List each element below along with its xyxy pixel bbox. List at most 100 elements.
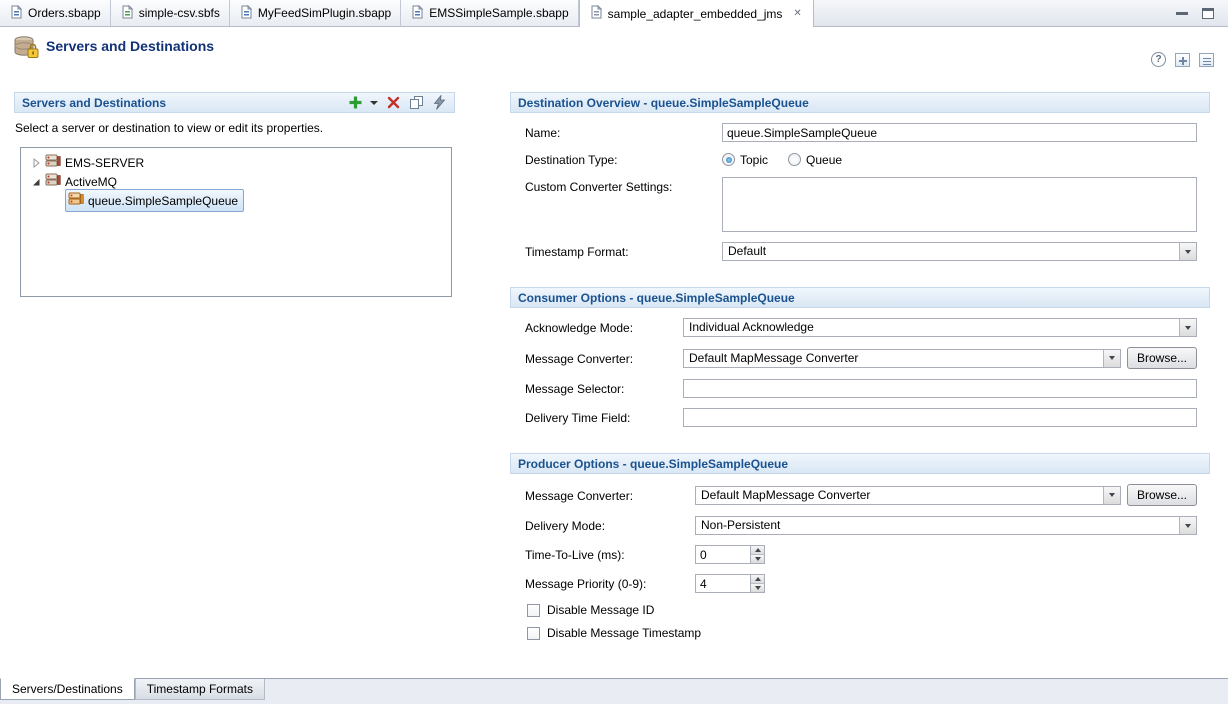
combo-value: Non-Persistent bbox=[696, 517, 1179, 534]
expander-expanded-icon[interactable] bbox=[30, 177, 41, 187]
server-icon bbox=[45, 153, 61, 172]
message-priority-spinner[interactable] bbox=[695, 574, 765, 593]
chevron-down-icon[interactable] bbox=[1179, 319, 1196, 336]
section-header: Producer Options - queue.SimpleSampleQue… bbox=[510, 453, 1210, 474]
tree-item-ems-server[interactable]: EMS-SERVER bbox=[21, 153, 451, 172]
queue-icon bbox=[68, 191, 84, 210]
message-selector-input[interactable] bbox=[683, 379, 1197, 398]
acknowledge-mode-label: Acknowledge Mode: bbox=[525, 320, 683, 335]
add-menu-caret-icon[interactable] bbox=[370, 95, 378, 111]
timestamp-format-label: Timestamp Format: bbox=[525, 244, 722, 259]
combo-value: Default bbox=[723, 243, 1179, 260]
disable-message-id-label: Disable Message ID bbox=[547, 603, 654, 617]
help-icon[interactable]: ? bbox=[1151, 52, 1166, 67]
producer-message-converter-combo[interactable]: Default MapMessage Converter bbox=[695, 486, 1121, 505]
custom-converter-settings-textarea[interactable] bbox=[722, 177, 1197, 232]
left-section-header: Servers and Destinations bbox=[14, 92, 455, 113]
form-header: Servers and Destinations ? bbox=[0, 27, 1228, 88]
spin-down-icon[interactable] bbox=[751, 583, 764, 592]
timestamp-format-combo[interactable]: Default bbox=[722, 242, 1197, 261]
adapter-config-editor: Orders.sbapp simple-csv.sbfs MyFeedSimPl… bbox=[0, 0, 1228, 704]
name-input[interactable] bbox=[722, 123, 1197, 142]
disable-message-timestamp-label: Disable Message Timestamp bbox=[547, 626, 701, 640]
tab-label: MyFeedSimPlugin.sbapp bbox=[258, 6, 391, 20]
tab-sample-adapter-embedded-jms[interactable]: sample_adapter_embedded_jms ✕ bbox=[579, 0, 814, 27]
delivery-mode-label: Delivery Mode: bbox=[525, 518, 695, 533]
servers-destinations-panel: Servers and Destinations Select a server… bbox=[14, 92, 455, 297]
custom-converter-settings-label: Custom Converter Settings: bbox=[525, 177, 722, 194]
add-icon[interactable] bbox=[347, 95, 363, 111]
selected-tree-item[interactable]: queue.SimpleSampleQueue bbox=[65, 189, 244, 212]
combo-value: Default MapMessage Converter bbox=[696, 487, 1103, 504]
message-priority-input[interactable] bbox=[695, 574, 751, 593]
section-title: Destination Overview - queue.SimpleSampl… bbox=[518, 96, 809, 110]
bottom-tab-label: Servers/Destinations bbox=[12, 682, 123, 696]
file-icon bbox=[120, 5, 134, 22]
copy-icon[interactable] bbox=[408, 95, 424, 111]
spin-up-icon[interactable] bbox=[751, 546, 764, 554]
spinner-buttons bbox=[750, 574, 765, 593]
spin-down-icon[interactable] bbox=[751, 554, 764, 563]
tabbar-spacer bbox=[814, 0, 1176, 26]
tree-item-label: queue.SimpleSampleQueue bbox=[88, 194, 238, 208]
producer-message-converter-label: Message Converter: bbox=[525, 488, 695, 503]
consumer-options-section: Consumer Options - queue.SimpleSampleQue… bbox=[510, 287, 1210, 427]
file-icon bbox=[410, 5, 424, 22]
tab-orders-sbapp[interactable]: Orders.sbapp bbox=[0, 0, 111, 26]
file-icon bbox=[239, 5, 253, 22]
time-to-live-spinner[interactable] bbox=[695, 545, 765, 564]
topic-radio[interactable] bbox=[722, 153, 735, 166]
minimize-icon[interactable] bbox=[1176, 12, 1188, 15]
disable-message-timestamp-checkbox[interactable] bbox=[527, 627, 540, 640]
destination-type-label: Destination Type: bbox=[525, 152, 722, 167]
tab-simple-csv-sbfs[interactable]: simple-csv.sbfs bbox=[111, 0, 230, 26]
add-page-icon[interactable] bbox=[1175, 53, 1190, 67]
spin-up-icon[interactable] bbox=[751, 575, 764, 583]
consumer-browse-button[interactable]: Browse... bbox=[1127, 347, 1197, 369]
destination-overview-section: Destination Overview - queue.SimpleSampl… bbox=[510, 92, 1210, 261]
bottom-tab-strip: Servers/Destinations Timestamp Formats bbox=[0, 678, 1228, 704]
tab-emssimplesample-sbapp[interactable]: EMSSimpleSample.sbapp bbox=[401, 0, 578, 26]
section-header: Destination Overview - queue.SimpleSampl… bbox=[510, 92, 1210, 113]
producer-browse-button[interactable]: Browse... bbox=[1127, 484, 1197, 506]
tree-item-queue-simplesamplequeue[interactable]: queue.SimpleSampleQueue bbox=[21, 191, 451, 210]
message-priority-label: Message Priority (0-9): bbox=[525, 576, 695, 591]
topic-radio-label: Topic bbox=[740, 153, 768, 167]
disable-message-id-checkbox[interactable] bbox=[527, 604, 540, 617]
consumer-message-converter-label: Message Converter: bbox=[525, 351, 683, 366]
expander-collapsed-icon[interactable] bbox=[30, 158, 41, 168]
delivery-mode-combo[interactable]: Non-Persistent bbox=[695, 516, 1197, 535]
chevron-down-icon[interactable] bbox=[1179, 517, 1196, 534]
file-icon bbox=[589, 5, 603, 22]
delivery-time-field-input[interactable] bbox=[683, 408, 1197, 427]
lightning-icon[interactable] bbox=[431, 95, 447, 111]
acknowledge-mode-combo[interactable]: Individual Acknowledge bbox=[683, 318, 1197, 337]
left-section-title: Servers and Destinations bbox=[22, 96, 166, 110]
chevron-down-icon[interactable] bbox=[1103, 487, 1120, 504]
tab-myfeedsimplugin-sbapp[interactable]: MyFeedSimPlugin.sbapp bbox=[230, 0, 401, 26]
queue-radio[interactable] bbox=[788, 153, 801, 166]
tab-servers-destinations[interactable]: Servers/Destinations bbox=[0, 678, 135, 700]
tab-timestamp-formats[interactable]: Timestamp Formats bbox=[135, 679, 265, 700]
delete-icon[interactable] bbox=[385, 95, 401, 111]
page-title: Servers and Destinations bbox=[46, 38, 214, 54]
close-icon[interactable]: ✕ bbox=[791, 8, 803, 19]
layout-icon[interactable] bbox=[1199, 53, 1214, 67]
maximize-icon[interactable] bbox=[1202, 8, 1214, 19]
message-selector-label: Message Selector: bbox=[525, 381, 683, 396]
spinner-buttons bbox=[750, 545, 765, 564]
time-to-live-label: Time-To-Live (ms): bbox=[525, 547, 695, 562]
panel-description: Select a server or destination to view o… bbox=[15, 121, 455, 135]
combo-value: Individual Acknowledge bbox=[684, 319, 1179, 336]
tab-label: sample_adapter_embedded_jms bbox=[608, 7, 783, 21]
header-actions: ? bbox=[1151, 52, 1214, 67]
producer-options-section: Producer Options - queue.SimpleSampleQue… bbox=[510, 453, 1210, 640]
tab-label: simple-csv.sbfs bbox=[139, 6, 220, 20]
bottom-tab-label: Timestamp Formats bbox=[147, 682, 253, 696]
tab-label: Orders.sbapp bbox=[28, 6, 101, 20]
time-to-live-input[interactable] bbox=[695, 545, 751, 564]
consumer-message-converter-combo[interactable]: Default MapMessage Converter bbox=[683, 349, 1121, 368]
chevron-down-icon[interactable] bbox=[1179, 243, 1196, 260]
left-toolbar bbox=[347, 95, 447, 111]
chevron-down-icon[interactable] bbox=[1103, 350, 1120, 367]
